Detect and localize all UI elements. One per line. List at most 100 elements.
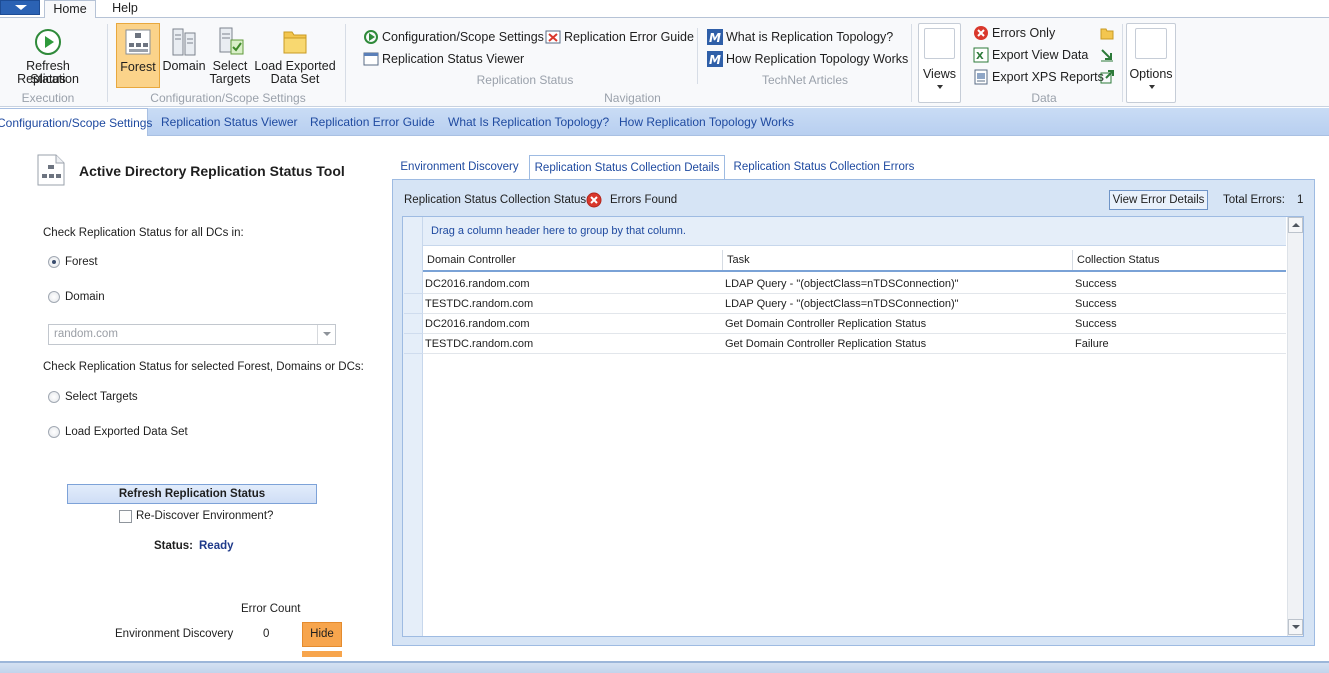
status-bar (0, 661, 1329, 673)
forest-button[interactable]: Forest (116, 23, 160, 88)
collection-status-label: Replication Status Collection Status: (404, 194, 590, 206)
column-header-task[interactable]: Task (723, 250, 1073, 270)
radio-load-exported[interactable] (48, 426, 60, 438)
group-separator (911, 24, 912, 102)
rediscover-label[interactable]: Re-Discover Environment? (136, 510, 273, 522)
select-targets-button[interactable]: Select Targets (208, 26, 252, 88)
status-value: Ready (199, 540, 234, 552)
export-xps-reports-button[interactable]: Export XPS Reports (973, 69, 1104, 85)
radio-select-targets[interactable] (48, 391, 60, 403)
application-menu-button[interactable] (0, 0, 40, 15)
folder-icon (283, 31, 307, 54)
tab-replication-status-collection-errors[interactable]: Replication Status Collection Errors (731, 155, 917, 180)
table-row[interactable]: TESTDC.random.com Get Domain Controller … (423, 334, 1286, 354)
xps-document-icon (974, 69, 988, 85)
import-arrow-icon[interactable] (1099, 47, 1115, 63)
total-errors-label: Total Errors: (1223, 194, 1285, 206)
nav-config-scope-settings-label: Configuration/Scope Settings (382, 30, 544, 44)
tab-environment-discovery[interactable]: Environment Discovery (395, 155, 524, 180)
rediscover-checkbox[interactable] (119, 510, 132, 523)
ad-replication-tool-icon (37, 154, 65, 186)
quick-nav-what-is-replication-topology[interactable]: What Is Replication Topology? (448, 108, 609, 136)
group-separator (345, 24, 346, 102)
cell-domain-controller: DC2016.random.com (425, 278, 530, 290)
errors-only-button[interactable]: Errors Only (973, 25, 1055, 41)
cell-collection-status: Success (1075, 318, 1117, 330)
ribbon-tab-help[interactable]: Help (100, 0, 150, 19)
row-header[interactable] (404, 274, 423, 294)
scroll-down-button[interactable] (1288, 619, 1303, 635)
group-by-panel[interactable]: Drag a column header here to group by th… (423, 217, 1286, 246)
nav-what-is-replication-topology[interactable]: M What is Replication Topology? (707, 29, 893, 45)
radio-domain[interactable] (48, 291, 60, 303)
column-header-domain-controller[interactable]: Domain Controller (423, 250, 723, 270)
nav-how-replication-topology-works[interactable]: M How Replication Topology Works (707, 51, 908, 67)
forest-label: Forest (120, 60, 156, 74)
cell-collection-status: Failure (1075, 338, 1109, 350)
views-icon (924, 28, 955, 59)
domain-select[interactable]: random.com (48, 324, 336, 345)
row-header[interactable] (404, 314, 423, 334)
window-icon (363, 52, 379, 66)
subgroup-label-replication-status: Replication Status (476, 73, 574, 87)
load-exported-data-set-button[interactable]: Load Exported Data Set (254, 26, 336, 88)
view-error-details-button[interactable]: View Error Details (1109, 190, 1208, 210)
refresh-replication-status-button[interactable]: Refresh Replication Status (67, 484, 317, 504)
check-selected-label: Check Replication Status for selected Fo… (43, 361, 364, 373)
table-row[interactable]: DC2016.random.com LDAP Query - "(objectC… (423, 274, 1286, 294)
environment-discovery-count: 0 (263, 628, 270, 640)
chevron-down-icon (15, 5, 27, 10)
quick-nav-replication-status-viewer[interactable]: Replication Status Viewer (161, 108, 298, 136)
scroll-up-button[interactable] (1288, 217, 1303, 233)
views-label: Views (922, 67, 957, 81)
quick-nav-how-replication-topology-works[interactable]: How Replication Topology Works (619, 108, 794, 136)
nav-replication-error-guide[interactable]: Replication Error Guide (545, 29, 694, 45)
quick-nav-replication-error-guide[interactable]: Replication Error Guide (310, 108, 435, 136)
external-link-icon[interactable] (1099, 69, 1115, 85)
cell-domain-controller: TESTDC.random.com (425, 338, 534, 350)
export-xps-reports-label: Export XPS Reports (992, 70, 1104, 84)
radio-forest-label[interactable]: Forest (65, 256, 98, 268)
row-header[interactable] (404, 334, 423, 354)
radio-load-exported-label[interactable]: Load Exported Data Set (65, 426, 188, 438)
hide-button-partial[interactable] (302, 651, 342, 657)
excel-icon: X (973, 47, 989, 63)
group-separator (107, 24, 108, 102)
quick-nav-config-scope-settings[interactable]: Configuration/Scope Settings (0, 108, 152, 136)
options-label: Options (1129, 67, 1173, 81)
nav-replication-status-viewer[interactable]: Replication Status Viewer (363, 51, 524, 67)
radio-forest[interactable] (48, 256, 60, 268)
cell-domain-controller: TESTDC.random.com (425, 298, 534, 310)
hide-button[interactable]: Hide (302, 622, 342, 647)
group-label-execution: Execution (21, 91, 75, 105)
chevron-down-icon (1149, 85, 1155, 89)
chevron-down-icon (937, 85, 943, 89)
total-errors-value: 1 (1297, 194, 1304, 206)
nav-config-scope-settings[interactable]: Configuration/Scope Settings (363, 29, 544, 45)
cell-task: LDAP Query - "(objectClass=nTDSConnectio… (725, 278, 959, 290)
grid-vertical-scrollbar[interactable] (1287, 217, 1303, 636)
row-header[interactable] (404, 294, 423, 314)
folder-icon[interactable] (1099, 25, 1115, 41)
svg-text:X: X (976, 51, 984, 62)
domain-button[interactable]: Domain (162, 26, 206, 88)
views-dropdown-button[interactable]: Views (918, 23, 961, 103)
table-row[interactable]: TESTDC.random.com LDAP Query - "(objectC… (423, 294, 1286, 314)
refresh-replication-status-button[interactable]: Refresh Replication Status (0, 26, 96, 88)
tab-replication-status-collection-details[interactable]: Replication Status Collection Details (529, 155, 725, 180)
nav-replication-status-viewer-label: Replication Status Viewer (382, 52, 525, 66)
options-icon (1135, 28, 1167, 59)
technet-icon: M (707, 51, 723, 67)
options-dropdown-button[interactable]: Options (1126, 23, 1176, 103)
radio-select-targets-label[interactable]: Select Targets (65, 391, 138, 403)
export-view-data-button[interactable]: X Export View Data (973, 47, 1088, 63)
load-exported-label-2: Data Set (270, 72, 320, 86)
select-targets-icon (219, 27, 244, 55)
cell-collection-status: Success (1075, 278, 1117, 290)
chevron-down-icon[interactable] (317, 325, 335, 344)
column-header-collection-status[interactable]: Collection Status (1073, 250, 1286, 270)
radio-domain-label[interactable]: Domain (65, 291, 105, 303)
nav-what-is-replication-topology-label: What is Replication Topology? (726, 30, 894, 44)
table-row[interactable]: DC2016.random.com Get Domain Controller … (423, 314, 1286, 334)
ribbon-tab-home[interactable]: Home (44, 0, 96, 19)
